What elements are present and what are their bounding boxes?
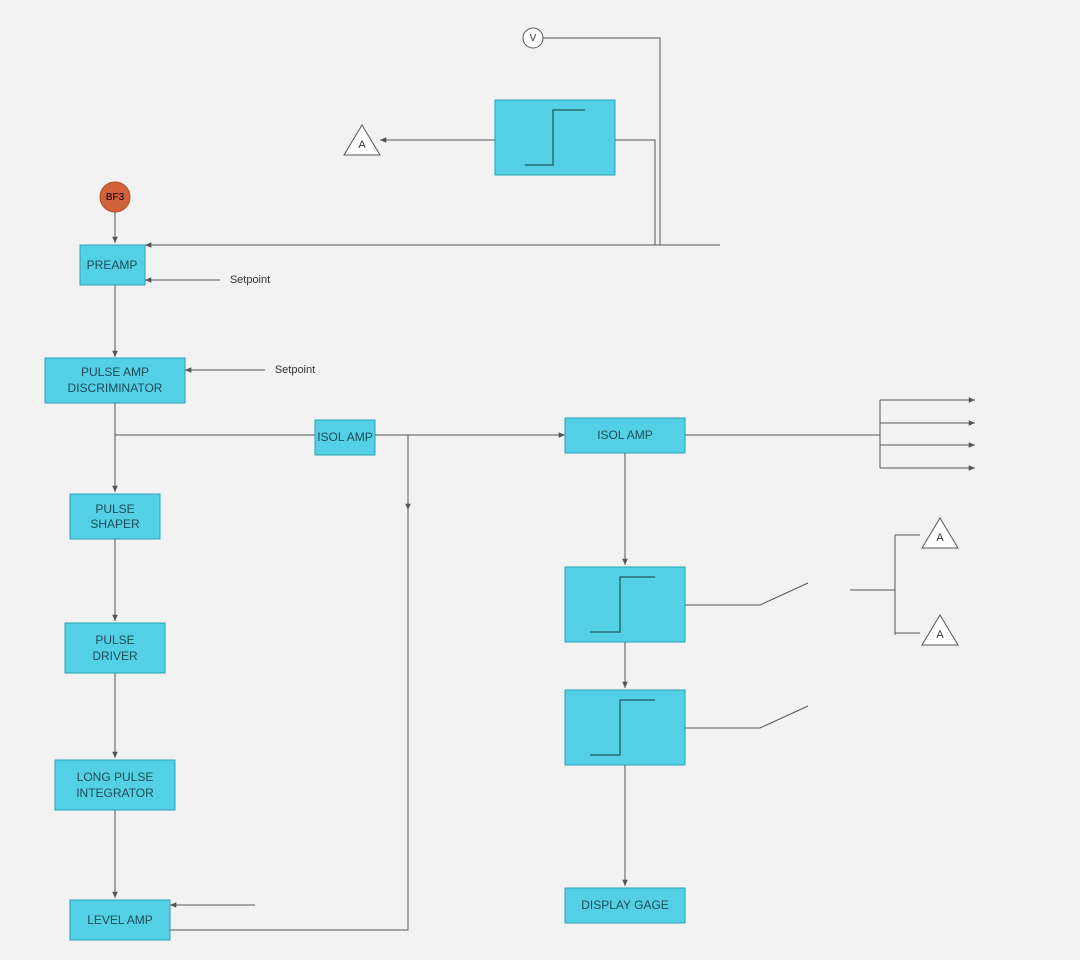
setpoint1-label: Setpoint <box>230 274 270 286</box>
pulse-driver-label2: DRIVER <box>92 649 138 663</box>
bistable-top <box>495 100 615 175</box>
pulse-driver-box <box>65 623 165 673</box>
switch-2 <box>760 583 808 605</box>
wire-bistable-top-right <box>615 140 655 245</box>
display-gage-label: DISPLAY GAGE <box>581 898 669 912</box>
long-pulse-int-label2: INTEGRATOR <box>76 786 154 800</box>
bf3-label: BF3 <box>106 192 125 203</box>
switch-3 <box>760 706 808 728</box>
pulse-shaper-label1: PULSE <box>95 502 134 516</box>
isol-amp-1-label: ISOL AMP <box>317 430 373 444</box>
level-amp-label: LEVEL AMP <box>87 913 153 927</box>
pulse-amp-disc-label1: PULSE AMP <box>81 365 149 379</box>
wire-isol1-down <box>375 435 408 510</box>
setpoint2-label: Setpoint <box>275 364 315 376</box>
wire-levelamp-to-isol2 <box>170 435 565 930</box>
long-pulse-int-label1: LONG PULSE <box>77 770 154 784</box>
bistable-3-box <box>565 690 685 765</box>
triangle-a-right-bot-label: A <box>936 629 944 641</box>
bistable-2-box <box>565 567 685 642</box>
pulse-driver-label1: PULSE <box>95 633 134 647</box>
long-pulse-int-box <box>55 760 175 810</box>
isol-amp-2-label: ISOL AMP <box>597 428 653 442</box>
v-label: V <box>530 33 537 44</box>
triangle-a-right-top-label: A <box>936 532 944 544</box>
preamp-label: PREAMP <box>87 258 138 272</box>
pulse-shaper-label2: SHAPER <box>90 517 140 531</box>
pulse-amp-disc-label2: DISCRIMINATOR <box>68 381 163 395</box>
triangle-a-top-label: A <box>358 139 366 151</box>
